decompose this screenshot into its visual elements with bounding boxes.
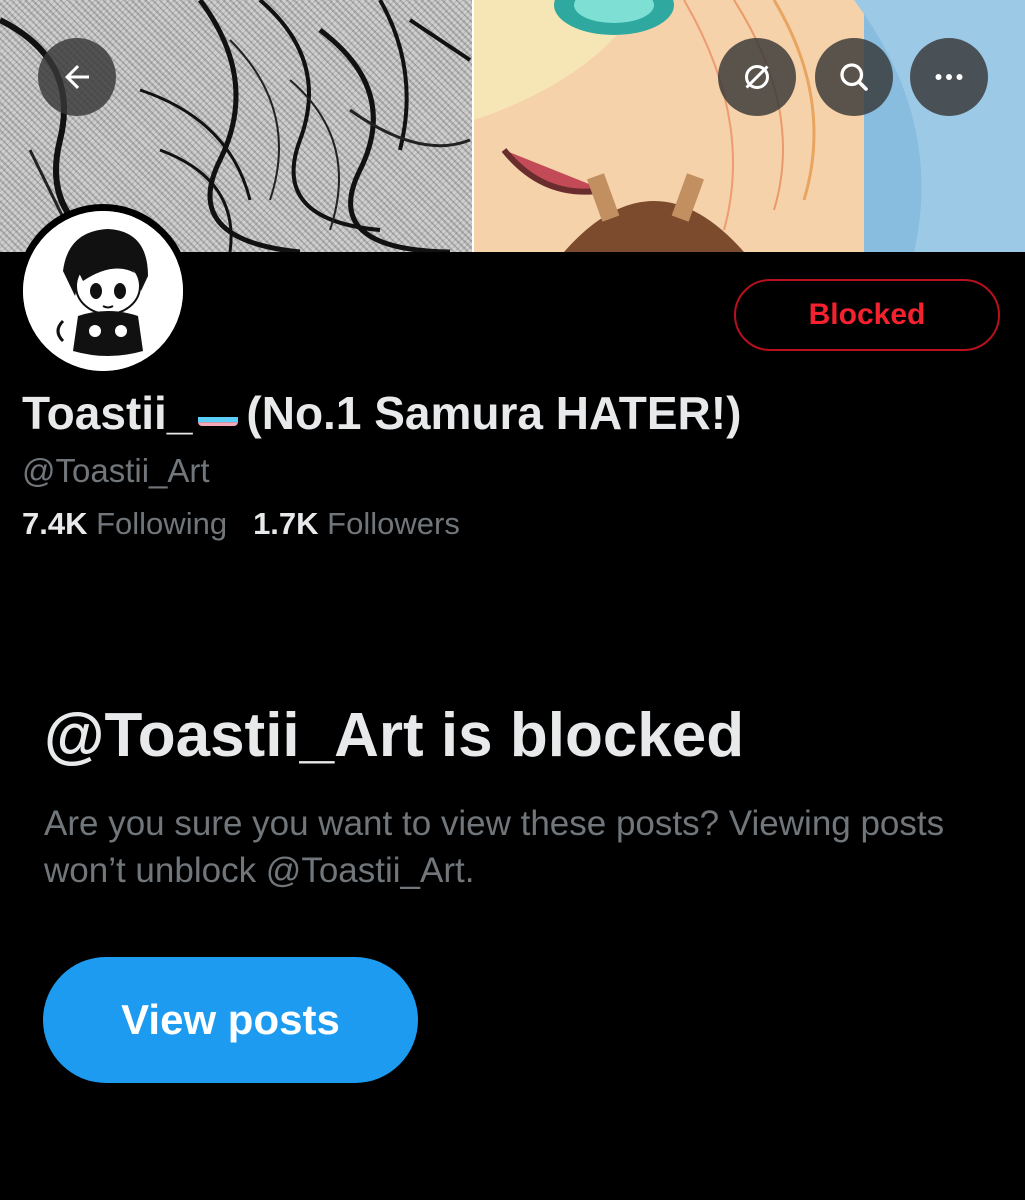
slashed-circle-icon — [745, 65, 769, 89]
blocked-button[interactable]: Blocked — [734, 279, 1000, 351]
profile-handle: @Toastii_Art — [22, 452, 210, 489]
profile-banner[interactable] — [0, 0, 1025, 252]
followers-count: 1.7K — [253, 506, 319, 541]
transgender-flag-icon — [198, 400, 239, 426]
arrow-left-icon — [65, 65, 89, 89]
following-count: 7.4K — [22, 506, 88, 541]
ellipsis-icon — [935, 74, 963, 80]
following-label: Following — [96, 506, 228, 541]
view-posts-button[interactable]: View posts — [43, 957, 418, 1083]
following-link[interactable]: 7.4K Following — [22, 506, 227, 541]
display-name-suffix: (No.1 Samura HATER!) — [246, 387, 742, 439]
display-name: Toastii_ (No.1 Samura HATER!) — [22, 386, 741, 440]
blocked-notice-title: @Toastii_Art is blocked — [44, 701, 745, 770]
followers-link[interactable]: 1.7K Followers — [253, 506, 460, 541]
search-icon — [840, 63, 868, 91]
blocked-notice-description: Are you sure you want to view these post… — [44, 804, 945, 890]
display-name-prefix: Toastii_ — [22, 387, 193, 439]
avatar-image — [23, 211, 183, 371]
followers-label: Followers — [327, 506, 460, 541]
avatar[interactable] — [16, 204, 190, 378]
profile-stats: 7.4K Following 1.7K Followers — [22, 506, 460, 542]
chibi-character-art — [23, 211, 183, 371]
search-button[interactable] — [815, 38, 893, 116]
grok-button[interactable] — [718, 38, 796, 116]
back-button[interactable] — [38, 38, 116, 116]
more-options-button[interactable] — [910, 38, 988, 116]
